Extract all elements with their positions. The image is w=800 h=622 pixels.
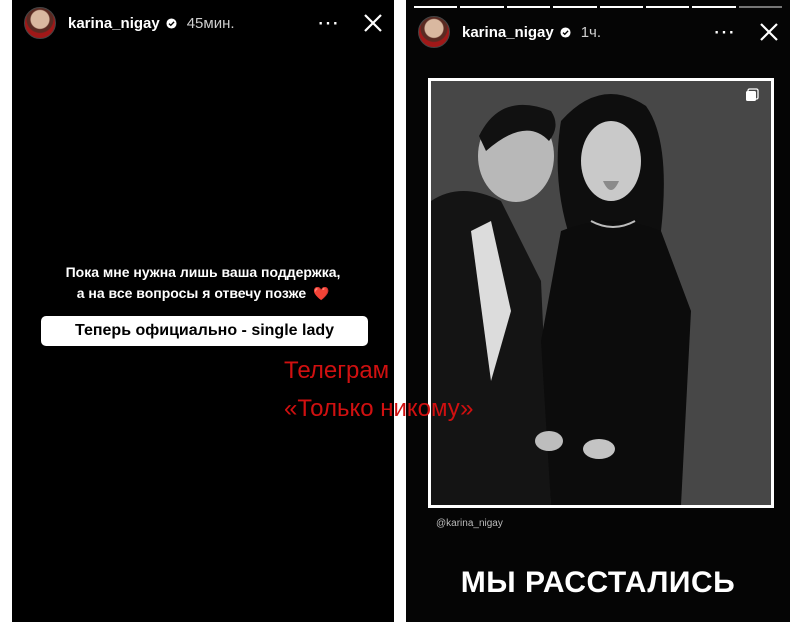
close-icon[interactable] <box>758 21 780 43</box>
progress-segment <box>414 6 458 8</box>
multiple-photos-icon <box>745 88 759 102</box>
close-icon[interactable] <box>362 12 384 34</box>
caption-line-2: а на все вопросы я отвечу позже ❤️ <box>76 285 330 301</box>
progress-segment <box>460 6 504 8</box>
highlight-sticker: Теперь официально - single lady <box>41 316 368 346</box>
username[interactable]: karina_nigay <box>462 24 554 41</box>
timestamp: 45мин. <box>186 14 235 32</box>
photo-handle[interactable]: @karina_nigay <box>436 518 503 529</box>
story-header: karina_nigay 1ч. ⋯ <box>418 16 780 48</box>
verified-badge-icon <box>166 17 177 29</box>
more-options-icon[interactable]: ⋯ <box>317 12 340 34</box>
story-header: karina_nigay 45мин. ⋯ <box>24 7 384 39</box>
couple-photo <box>431 81 771 505</box>
story-left[interactable]: karina_nigay 45мин. ⋯ Пока мне нужна лиш… <box>12 0 394 622</box>
more-options-icon[interactable]: ⋯ <box>713 21 736 43</box>
story-progress-bar <box>414 6 782 8</box>
progress-segment <box>553 6 597 8</box>
watermark-line-2: «Только никому» <box>284 395 474 422</box>
verified-badge-icon <box>560 26 571 38</box>
progress-segment <box>738 6 782 8</box>
progress-segment <box>506 6 551 8</box>
post-photo-frame <box>428 78 774 508</box>
username[interactable]: karina_nigay <box>68 15 160 32</box>
avatar[interactable] <box>418 16 450 48</box>
progress-segment <box>692 6 736 8</box>
watermark-line-1: Телеграм <box>284 357 390 384</box>
progress-segment <box>645 6 690 8</box>
avatar[interactable] <box>24 7 56 39</box>
timestamp: 1ч. <box>580 23 602 41</box>
progress-segment <box>599 6 643 8</box>
story-right[interactable]: karina_nigay 1ч. ⋯ @karina_nigay МЫ РАСС… <box>406 0 790 622</box>
caption-line-1: Пока мне нужна лишь ваша поддержка, <box>65 264 341 280</box>
story-headline: МЫ РАССТАЛИСЬ <box>460 566 736 599</box>
story-caption: Пока мне нужна лишь ваша поддержка, а на… <box>12 262 394 304</box>
heart-emoji-icon: ❤️ <box>313 286 330 301</box>
